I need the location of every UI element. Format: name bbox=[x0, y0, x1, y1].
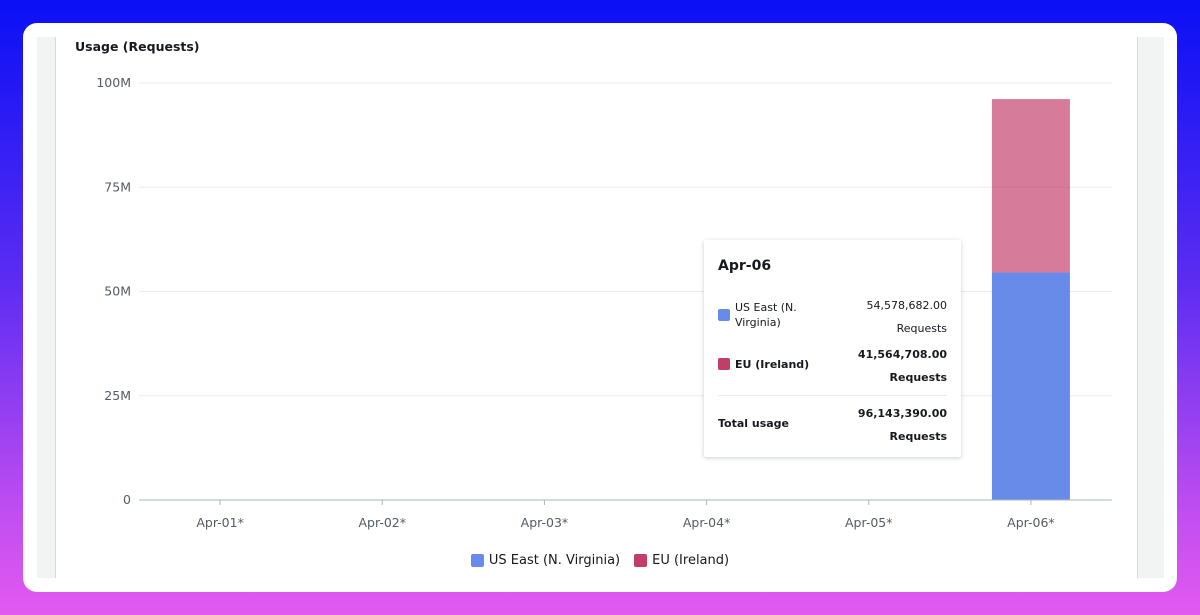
x-tick-label: Apr-03* bbox=[521, 515, 569, 530]
y-tick-label: 0 bbox=[123, 492, 131, 507]
legend-label-eu-ireland: EU (Ireland) bbox=[652, 553, 730, 568]
x-tick-label: Apr-04* bbox=[683, 515, 731, 530]
usage-bar-chart: 0 25M 50M 75M 100M Apr-01* Apr-02* Apr-03* Apr-0… bbox=[96, 75, 1112, 530]
tooltip-value-eu-ireland: 41,564,708.00 bbox=[857, 348, 947, 361]
legend-item-eu-ireland[interactable]: EU (Ireland) bbox=[634, 553, 729, 568]
x-tick-label: Apr-02* bbox=[359, 515, 407, 530]
tooltip-total-value: 96,143,390.00 bbox=[857, 407, 947, 420]
tooltip-swatch-us-east bbox=[718, 309, 730, 321]
x-tick-label: Apr-01* bbox=[196, 515, 244, 530]
tooltip-divider bbox=[718, 395, 947, 396]
chart-legend: US East (N. Virginia) EU (Ireland) bbox=[23, 553, 1177, 568]
chart-panel: Usage (Requests) 0 25M 50M 75M 100M Apr-01* Ap… bbox=[23, 23, 1177, 592]
legend-swatch-us-east bbox=[470, 554, 484, 567]
x-tick-label: Apr-05* bbox=[845, 515, 893, 530]
tooltip-total-unit: Requests bbox=[889, 430, 947, 443]
legend-label-us-east: US East (N. Virginia) bbox=[488, 553, 621, 568]
tooltip-swatch-eu-ireland bbox=[718, 358, 730, 370]
tooltip-label-us-east: US East (N. Virginia) bbox=[735, 301, 797, 329]
x-tick-label: Apr-06* bbox=[1007, 515, 1055, 530]
bar-tooltip: Apr-06 US East (N. Virginia) 54,578,682.… bbox=[704, 240, 961, 457]
tooltip-title: Apr-06 bbox=[718, 258, 772, 274]
bar-us-east bbox=[991, 272, 1070, 500]
y-tick-label: 50M bbox=[104, 284, 131, 299]
y-tick-label: 100M bbox=[96, 75, 131, 90]
tooltip-unit-us-east: Requests bbox=[896, 322, 947, 335]
tooltip-label-eu-ireland: EU (Ireland) bbox=[735, 358, 810, 371]
tooltip-value-us-east: 54,578,682.00 bbox=[866, 299, 947, 312]
y-tick-label: 25M bbox=[104, 388, 131, 403]
legend-item-us-east[interactable]: US East (N. Virginia) bbox=[470, 553, 621, 568]
tooltip-unit-eu-ireland: Requests bbox=[889, 371, 947, 384]
y-tick-label: 75M bbox=[104, 179, 131, 194]
tooltip-total-label: Total usage bbox=[718, 417, 790, 430]
legend-swatch-eu-ireland bbox=[634, 554, 648, 567]
bar-eu-ireland bbox=[991, 99, 1070, 273]
